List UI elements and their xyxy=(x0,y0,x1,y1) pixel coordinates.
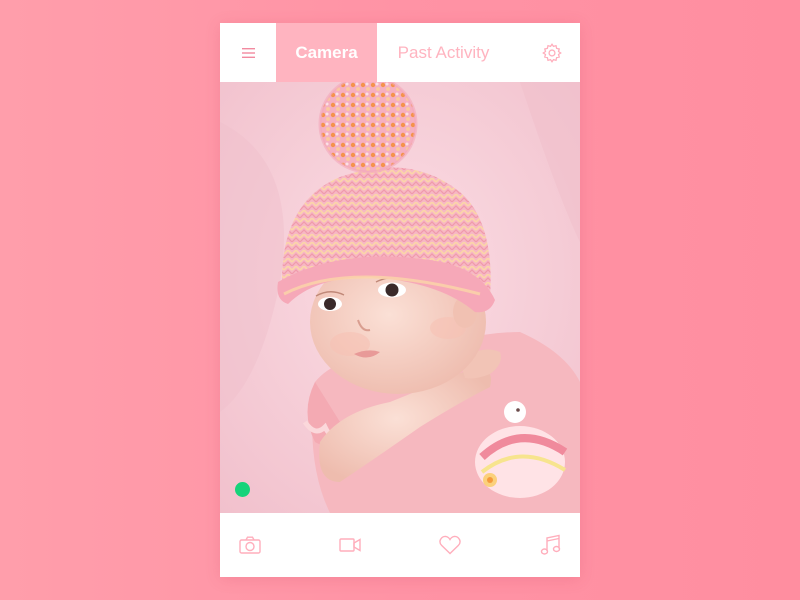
camera-icon xyxy=(239,536,261,554)
tab-past-activity-label: Past Activity xyxy=(397,42,490,62)
camera-feed xyxy=(220,82,580,513)
tab-camera-label: Camera xyxy=(295,42,358,62)
heart-icon xyxy=(439,535,461,555)
hamburger-menu-icon xyxy=(241,47,255,58)
menu-button[interactable] xyxy=(220,23,276,82)
tab-camera[interactable]: Camera xyxy=(276,23,377,82)
lullaby-music-button[interactable] xyxy=(520,513,580,577)
tab-past-activity[interactable]: Past Activity xyxy=(377,23,510,82)
bottom-toolbar xyxy=(220,513,580,577)
take-photo-button[interactable] xyxy=(220,513,280,577)
baby-monitor-app: Camera Past Activity xyxy=(220,23,580,577)
live-indicator xyxy=(235,482,250,497)
baby-photo xyxy=(220,82,580,513)
gear-icon xyxy=(542,42,562,63)
top-navigation-bar: Camera Past Activity xyxy=(220,23,580,82)
settings-button[interactable] xyxy=(524,23,580,82)
video-camera-icon xyxy=(339,538,361,552)
music-note-icon xyxy=(540,534,561,555)
record-video-button[interactable] xyxy=(320,513,380,577)
favorite-button[interactable] xyxy=(420,513,480,577)
